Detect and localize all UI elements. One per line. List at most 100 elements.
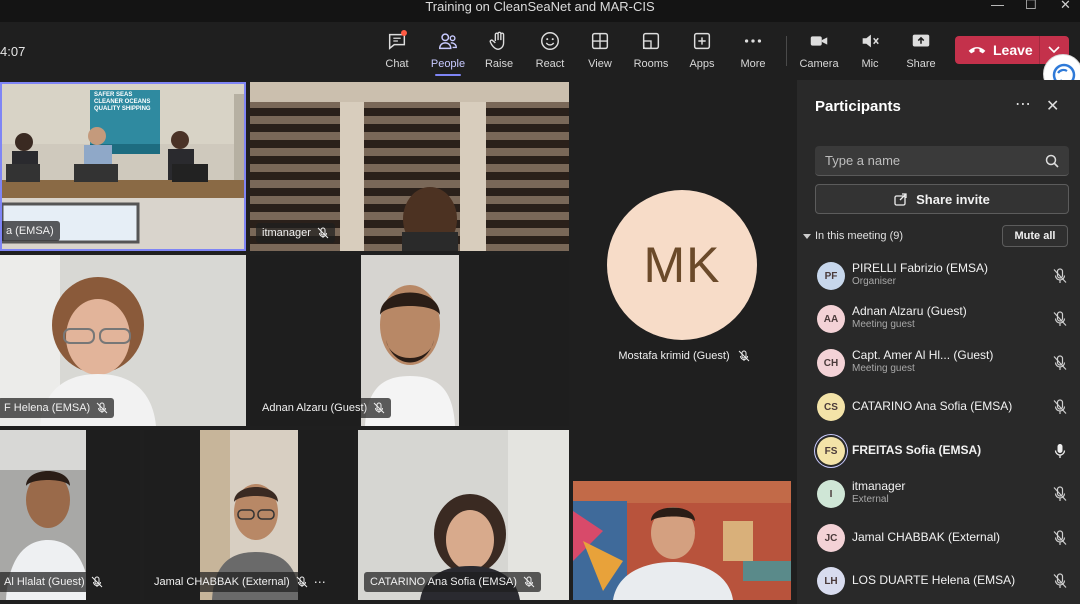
share-button[interactable]: Share [896,30,946,70]
participant-name: PIRELLI Fabrizio (EMSA) [852,261,989,275]
participant-name: Adnan Alzaru (Guest) [852,304,967,318]
participant-row[interactable]: AA Adnan Alzaru (Guest) Meeting guest [797,298,1080,340]
in-meeting-section-toggle[interactable]: In this meeting (9) [803,230,903,242]
video-tile-room-2[interactable] [573,481,791,600]
mic-off-icon[interactable] [1053,268,1067,284]
participant-avatar: AA [817,305,845,333]
speaker-muted-icon [862,34,879,48]
participant-avatar: JC [817,524,845,552]
mic-off-icon[interactable] [1053,311,1067,327]
mute-all-button[interactable]: Mute all [1002,225,1068,247]
participant-name: FREITAS Sofia (EMSA) [852,443,982,457]
people-button[interactable]: People [423,30,473,76]
tile-name-tag: Adnan Alzaru (Guest) [256,398,392,418]
rooms-button[interactable]: Rooms [626,30,676,70]
participant-name: Jamal CHABBAK (External) [852,530,1001,544]
mic-off-icon [523,576,535,588]
panel-more-icon[interactable]: ⋯ [1015,94,1032,114]
chat-button[interactable]: Chat [372,30,422,70]
participant-row[interactable]: Iitmanager External [797,473,1080,515]
participant-row[interactable]: JC Jamal CHABBAK (External) [797,517,1080,559]
video-tile-mostafa[interactable]: MK Mostafa krimid (Guest) [573,82,795,478]
panel-title: Participants [815,98,901,115]
smiley-icon [541,32,559,50]
room-2-video-feed [573,481,791,600]
window-title: Training on CleanSeaNet and MAR-CIS [425,0,655,14]
close-window-icon[interactable]: ✕ [1060,0,1071,11]
participant-role: Organiser [852,276,896,287]
mic-off-icon[interactable] [1053,530,1067,546]
share-invite-icon [894,193,907,206]
tile-more-icon[interactable]: ⋯ [314,572,327,592]
call-timer: 4:07 [0,44,26,59]
tile-name-tag: itmanager [256,223,335,243]
mic-off-icon [738,350,749,362]
minimize-icon[interactable]: — [991,0,1004,11]
share-invite-button[interactable]: Share invite [815,184,1069,214]
video-tile-adnan[interactable]: Adnan Alzaru (Guest) [250,255,569,426]
video-tile-helena[interactable]: F Helena (EMSA) [0,255,246,426]
video-tile-al-hlalat[interactable]: Al Hlalat (Guest) [0,430,140,600]
ellipsis-icon [744,39,762,43]
mic-off-icon [96,402,108,414]
tile-name-tag: Jamal CHABBAK (External) ⋯ [148,572,333,592]
apps-button[interactable]: Apps [677,30,727,70]
title-bar: Training on CleanSeaNet and MAR-CIS — ☐ … [0,0,1080,22]
participant-avatar: I [817,480,845,508]
grid-icon [591,32,609,50]
participant-row[interactable]: PF PIRELLI Fabrizio (EMSA) Organiser [797,255,1080,297]
hand-icon [489,31,505,50]
search-icon[interactable] [1045,154,1059,168]
participant-avatar: FS [817,437,845,465]
mic-button[interactable]: Mic [845,30,895,70]
participant-name: Capt. Amer Al Hl... (Guest) [852,348,994,362]
participant-avatar: CS [817,393,845,421]
participant-row[interactable]: LH LOS DUARTE Helena (EMSA) [797,560,1080,602]
mic-off-icon [91,576,103,588]
video-tile-itmanager[interactable]: itmanager [250,82,569,251]
maximize-icon[interactable]: ☐ [1025,0,1037,11]
video-tile-catarino[interactable]: CATARINO Ana Sofia (EMSA) [358,430,569,600]
mic-off-icon [373,402,385,414]
participant-avatar: LH [817,567,845,595]
hang-up-icon [968,47,986,54]
mic-on-icon[interactable] [1053,443,1067,459]
unread-dot [401,30,407,36]
participant-search-input[interactable] [815,146,1069,176]
participant-role: External [852,494,889,505]
avatar-mostafa: MK [607,190,757,340]
share-screen-icon [912,34,930,47]
react-button[interactable]: React [525,30,575,70]
close-panel-icon[interactable]: ✕ [1046,96,1059,116]
mic-off-icon [317,227,329,239]
participant-row[interactable]: CH Capt. Amer Al Hl... (Guest) Meeting gue… [797,342,1080,384]
video-tile-room[interactable]: SAFER SEAS CLEANER OCEANS QUALITY SHIPPI… [0,82,246,251]
caret-down-icon [803,234,811,239]
raise-hand-button[interactable]: Raise [474,30,524,70]
video-tile-jamal[interactable]: Jamal CHABBAK (External) ⋯ [144,430,354,600]
more-button[interactable]: More [728,30,778,70]
room-banner-text: SAFER SEAS CLEANER OCEANS QUALITY SHIPPI… [94,92,151,112]
tile-name-tag: CATARINO Ana Sofia (EMSA) [364,572,541,592]
mic-off-icon[interactable] [1053,573,1067,589]
participant-row[interactable]: CS CATARINO Ana Sofia (EMSA) [797,386,1080,428]
people-icon [439,33,457,50]
mic-off-icon[interactable] [1053,355,1067,371]
tile-name-tag: Al Hlalat (Guest) [0,572,109,592]
mic-off-icon[interactable] [1053,486,1067,502]
mic-off-icon [296,576,308,588]
toolbar-divider [786,36,787,66]
camera-button[interactable]: Camera [794,30,844,70]
rooms-icon [642,32,660,50]
tile-name-tag: Mostafa krimid (Guest) [573,350,795,362]
participant-name: LOS DUARTE Helena (EMSA) [852,573,1016,587]
tile-name-tag: a (EMSA) [2,221,60,241]
participant-role: Meeting guest [852,319,915,330]
mic-off-icon[interactable] [1053,399,1067,415]
participant-name: CATARINO Ana Sofia (EMSA) [852,399,1013,413]
participant-row[interactable]: FS FREITAS Sofia (EMSA) [797,430,1080,472]
view-button[interactable]: View [575,30,625,70]
participant-avatar: PF [817,262,845,290]
participants-panel: Participants ⋯ ✕ Share invite In this me… [797,80,1080,604]
participant-name: itmanager [852,479,906,493]
